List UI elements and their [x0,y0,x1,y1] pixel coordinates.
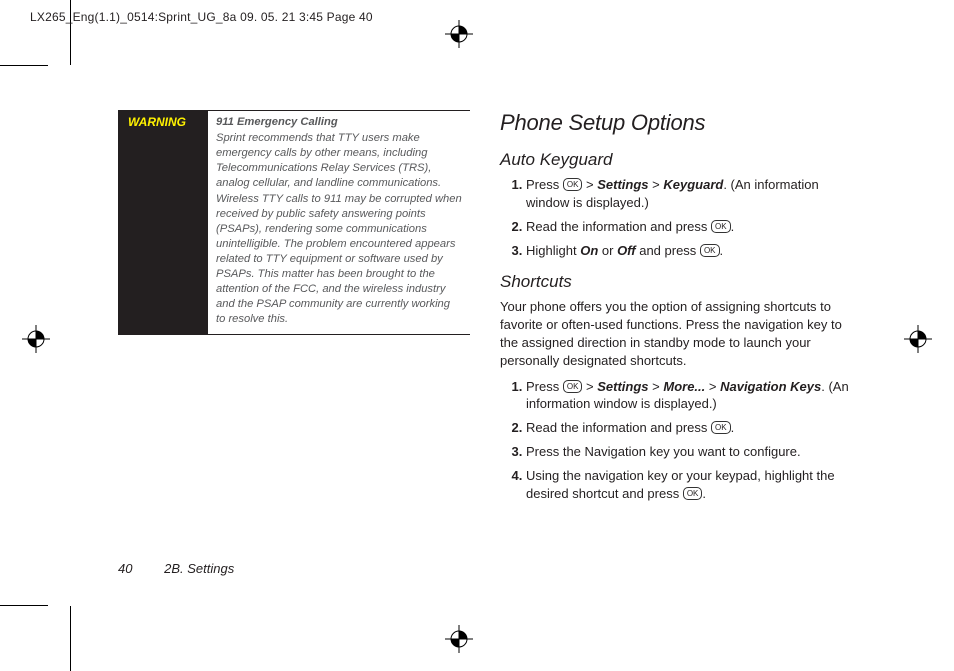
list-item: Using the navigation key or your keypad,… [526,467,852,503]
crop-mark [0,605,48,606]
list-item: Press the Navigation key you want to con… [526,443,852,461]
registration-mark-icon [445,625,473,653]
section-heading: Phone Setup Options [500,110,852,136]
page-footer: 40 2B. Settings [118,561,234,576]
ok-button-icon: OK [711,220,731,233]
ok-button-icon: OK [700,244,720,257]
subsection-heading-autokeyguard: Auto Keyguard [500,150,852,170]
autokeyguard-steps: Press OK > Settings > Keyguard. (An info… [500,176,852,260]
ok-button-icon: OK [711,421,731,434]
ok-button-icon: OK [563,178,583,191]
list-item: Highlight On or Off and press OK. [526,242,852,260]
subsection-heading-shortcuts: Shortcuts [500,272,852,292]
warning-body: 911 Emergency Calling Sprint recommends … [208,111,470,334]
warning-title: 911 Emergency Calling [216,115,462,130]
crop-mark [70,606,71,671]
warning-label: WARNING [118,111,208,334]
right-column: Phone Setup Options Auto Keyguard Press … [500,110,852,590]
registration-mark-icon [445,20,473,48]
left-column: WARNING 911 Emergency Calling Sprint rec… [118,110,470,590]
crop-mark [0,65,48,66]
list-item: Press OK > Settings > More... > Navigati… [526,378,852,414]
ok-button-icon: OK [563,380,583,393]
list-item: Press OK > Settings > Keyguard. (An info… [526,176,852,212]
shortcuts-steps: Press OK > Settings > More... > Navigati… [500,378,852,504]
list-item: Read the information and press OK. [526,218,852,236]
registration-mark-icon [904,325,932,353]
warning-box: WARNING 911 Emergency Calling Sprint rec… [118,110,470,335]
page-number: 40 [118,561,132,576]
page-body: WARNING 911 Emergency Calling Sprint rec… [118,110,858,590]
shortcuts-intro: Your phone offers you the option of assi… [500,298,852,370]
imposition-header: LX265_Eng(1.1)_0514:Sprint_UG_8a 09. 05.… [30,10,373,24]
warning-text: Sprint recommends that TTY users make em… [216,132,462,325]
ok-button-icon: OK [683,487,703,500]
list-item: Read the information and press OK. [526,419,852,437]
section-label: 2B. Settings [164,561,234,576]
registration-mark-icon [22,325,50,353]
